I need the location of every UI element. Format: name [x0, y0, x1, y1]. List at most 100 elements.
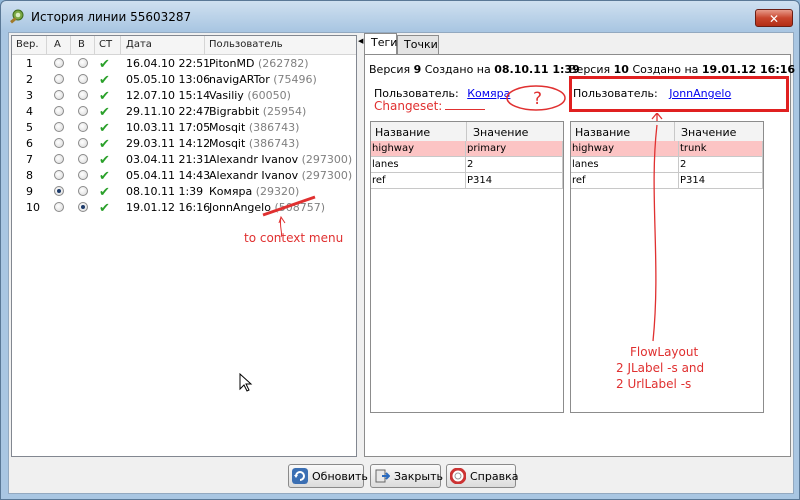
- radio-a[interactable]: [54, 186, 64, 196]
- radio-a[interactable]: [54, 122, 64, 132]
- col-version[interactable]: Вер.: [16, 39, 39, 50]
- row-date: 16.04.10 22:51: [126, 57, 211, 70]
- help-button[interactable]: Справка: [446, 464, 518, 488]
- checkmark-icon: ✔: [99, 89, 110, 104]
- row-version: 1: [26, 57, 33, 70]
- changeset-annotation: Changeset:: [374, 99, 486, 113]
- radio-a[interactable]: [54, 202, 64, 212]
- row-user[interactable]: Vasiliy (60050): [209, 89, 291, 102]
- radio-b[interactable]: [78, 138, 88, 148]
- radio-b[interactable]: [78, 74, 88, 84]
- history-row[interactable]: 6 ✔ 29.03.11 14:12 Mosqit (386743): [12, 136, 356, 152]
- row-date: 03.04.11 21:31: [126, 153, 211, 166]
- tag-row[interactable]: highway primary: [371, 141, 563, 157]
- tag-value: 2: [466, 157, 563, 172]
- left-col-value[interactable]: Значение: [473, 126, 528, 139]
- radio-a[interactable]: [54, 106, 64, 116]
- history-row[interactable]: 8 ✔ 05.04.11 14:43 Alexandr Ivanov (297300): [12, 168, 356, 184]
- dialog-content: Вер. A B CT Дата Пользователь 1 ✔ 16.04.10…: [8, 32, 795, 494]
- annotation-arrow: [651, 113, 663, 342]
- radio-b[interactable]: [78, 58, 88, 68]
- tab-nodes[interactable]: Точки: [397, 35, 439, 55]
- history-row[interactable]: 2 ✔ 05.05.10 13:06 navigARTor (75496): [12, 72, 356, 88]
- row-version: 6: [26, 137, 33, 150]
- row-date: 05.05.10 13:06: [126, 73, 211, 86]
- title-bar: История линии 55603287 ✕: [1, 1, 799, 33]
- right-version-header: Версия 10 Создано на 19.01.12 16:16: [569, 63, 796, 76]
- flowlayout-annotation: FlowLayout 2 JLabel -s and 2 UrlLabel -s: [616, 345, 705, 391]
- row-version: 2: [26, 73, 33, 86]
- radio-b[interactable]: [78, 154, 88, 164]
- help-lifebuoy-icon: [450, 468, 466, 484]
- radio-a[interactable]: [54, 90, 64, 100]
- svg-text:?: ?: [533, 89, 542, 109]
- close-window-button[interactable]: ✕: [755, 9, 793, 27]
- checkmark-icon: ✔: [99, 137, 110, 152]
- checkmark-icon: ✔: [99, 169, 110, 184]
- radio-b[interactable]: [78, 106, 88, 116]
- row-user[interactable]: Alexandr Ivanov (297300): [209, 153, 352, 166]
- row-version: 10: [26, 201, 40, 214]
- row-user[interactable]: Alexandr Ivanov (297300): [209, 169, 352, 182]
- radio-b[interactable]: [78, 122, 88, 132]
- row-version: 9: [26, 185, 33, 198]
- tag-row[interactable]: lanes 2: [371, 157, 563, 173]
- row-version: 3: [26, 89, 33, 102]
- radio-b[interactable]: [78, 90, 88, 100]
- tag-row[interactable]: ref P314: [371, 173, 563, 189]
- checkmark-icon: ✔: [99, 57, 110, 72]
- josm-app-icon: [10, 9, 24, 24]
- row-user[interactable]: navigARTor (75496): [209, 73, 317, 86]
- col-a[interactable]: A: [54, 39, 61, 50]
- history-row[interactable]: 7 ✔ 03.04.11 21:31 Alexandr Ivanov (297300): [12, 152, 356, 168]
- radio-a[interactable]: [54, 138, 64, 148]
- col-b[interactable]: B: [78, 39, 85, 50]
- tab-tags[interactable]: Теги: [364, 33, 397, 55]
- tag-value: P314: [466, 173, 563, 188]
- tag-value: 2: [679, 157, 763, 172]
- mouse-cursor-icon: [239, 373, 253, 392]
- refresh-button[interactable]: Обновить: [288, 464, 368, 488]
- left-col-name[interactable]: Название: [375, 126, 430, 139]
- right-col-name[interactable]: Название: [575, 126, 630, 139]
- radio-a[interactable]: [54, 58, 64, 68]
- row-user[interactable]: Mosqit (386743): [209, 121, 299, 134]
- tag-key: ref: [371, 173, 466, 188]
- row-user[interactable]: PitonMD (262782): [209, 57, 309, 70]
- history-row[interactable]: 1 ✔ 16.04.10 22:51 PitonMD (262782): [12, 56, 356, 72]
- tags-comparison-panel: Версия 9 Создано на 08.10.11 1:39 Версия…: [364, 54, 795, 457]
- split-pane-divider[interactable]: ◀: [358, 35, 363, 457]
- history-row[interactable]: 3 ✔ 12.07.10 15:14 Vasiliy (60050): [12, 88, 356, 104]
- collapse-arrow-icon[interactable]: ◀: [358, 37, 363, 45]
- history-row[interactable]: 5 ✔ 10.03.11 17:05 Mosqit (386743): [12, 120, 356, 136]
- row-user[interactable]: Mosqit (386743): [209, 137, 299, 150]
- row-date: 10.03.11 17:05: [126, 121, 211, 134]
- checkmark-icon: ✔: [99, 201, 110, 216]
- left-version-header: Версия 9 Создано на 08.10.11 1:39: [369, 63, 580, 76]
- close-button[interactable]: Закрыть: [370, 464, 443, 488]
- row-date: 08.10.11 1:39: [126, 185, 204, 198]
- row-version: 5: [26, 121, 33, 134]
- exit-icon: [375, 469, 390, 483]
- col-date[interactable]: Дата: [126, 39, 152, 50]
- question-bubble: ?: [506, 85, 566, 111]
- checkmark-icon: ✔: [99, 185, 110, 200]
- col-user[interactable]: Пользователь: [209, 39, 283, 50]
- radio-b[interactable]: [78, 202, 88, 212]
- checkmark-icon: ✔: [99, 105, 110, 120]
- radio-a[interactable]: [54, 154, 64, 164]
- radio-a[interactable]: [54, 74, 64, 84]
- radio-b[interactable]: [78, 186, 88, 196]
- row-user[interactable]: Bigrabbit (25954): [209, 105, 306, 118]
- tag-value: trunk: [679, 141, 763, 156]
- tag-key: lanes: [371, 157, 466, 172]
- tag-value: primary: [466, 141, 563, 156]
- window-title: История линии 55603287: [31, 10, 192, 24]
- right-col-value[interactable]: Значение: [681, 126, 736, 139]
- col-ct[interactable]: CT: [99, 39, 112, 50]
- checkmark-icon: ✔: [99, 121, 110, 136]
- radio-b[interactable]: [78, 170, 88, 180]
- history-row[interactable]: 4 ✔ 29.11.10 22:47 Bigrabbit (25954): [12, 104, 356, 120]
- row-date: 29.03.11 14:12: [126, 137, 211, 150]
- radio-a[interactable]: [54, 170, 64, 180]
